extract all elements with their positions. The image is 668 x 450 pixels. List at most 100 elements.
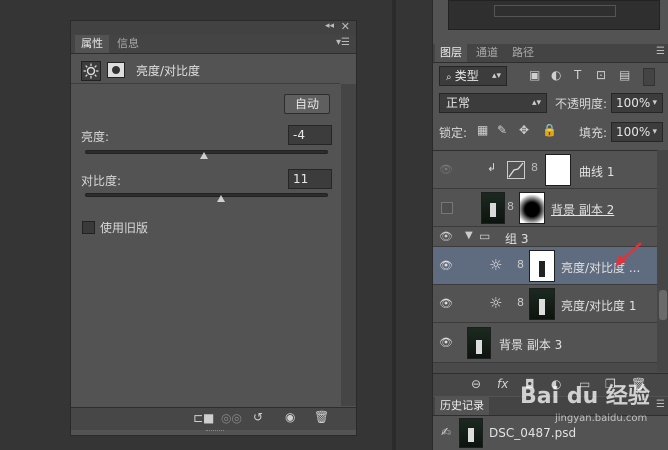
eye-icon[interactable]: 👁	[439, 163, 453, 176]
layer-mask-thumbnail[interactable]	[529, 250, 555, 282]
clip-to-layer-icon[interactable]: ⊏■	[193, 411, 214, 425]
legacy-label: 使用旧版	[100, 221, 149, 235]
filter-adjustment-icon[interactable]: ◐	[551, 68, 561, 82]
layer-name: 背景 副本 3	[499, 338, 563, 352]
layer-thumbnail[interactable]	[467, 327, 491, 359]
sun-icon: ☼	[489, 256, 503, 274]
properties-scrollbar[interactable]	[341, 84, 356, 406]
folder-icon: ▭	[479, 229, 491, 243]
view-previous-icon[interactable]: ◎◎	[221, 411, 242, 425]
layers-list: 👁 ↲ 8 曲线 1 8 背景 副本 2 👁 ▼ ▭ 组 3 👁 ☼ 8 亮度/…	[433, 150, 668, 373]
layers-menu-icon[interactable]: ☰	[656, 46, 665, 57]
filter-toggle[interactable]	[643, 68, 655, 86]
sun-icon	[81, 61, 101, 81]
layer-name: 曲线 1	[579, 165, 615, 179]
brightness-label: 亮度:	[81, 130, 110, 144]
sun-icon: ☼	[489, 294, 503, 312]
curves-icon	[507, 161, 525, 179]
swatch-strip	[448, 0, 660, 30]
layer-row[interactable]: 8 背景 副本 2	[433, 189, 657, 227]
watermark-url: jingyan.baidu.com	[555, 413, 648, 424]
properties-panel: ◂◂ ✕ 属性 信息 ▾☰ 亮度/对比度 自动 亮度: -4 对比度: 11 使…	[70, 20, 357, 436]
layers-scrollbar[interactable]	[657, 150, 668, 372]
filter-kind-select[interactable]: ⌕ 类型 ▴▾	[439, 66, 507, 86]
properties-title: 亮度/对比度	[136, 64, 201, 78]
eye-icon[interactable]: 👁	[439, 230, 453, 243]
panel-titlebar: ◂◂ ✕	[71, 20, 356, 35]
tab-layers[interactable]: 图层	[435, 44, 467, 62]
filter-image-icon[interactable]: ▣	[529, 68, 540, 82]
layer-thumbnail[interactable]	[481, 192, 505, 224]
layers-tabbar: 图层 通道 路径 ☰	[433, 44, 668, 63]
fx-icon[interactable]: fx	[497, 377, 508, 391]
reset-icon[interactable]: ↺	[253, 410, 263, 424]
layer-name: 组 3	[505, 232, 529, 246]
auto-button[interactable]: 自动	[284, 94, 330, 114]
layer-name: 亮度/对比度 1	[561, 299, 637, 313]
history-brush-icon: ✍	[441, 425, 452, 439]
tab-info[interactable]: 信息	[111, 35, 145, 53]
filter-kind-value: 类型	[454, 69, 479, 83]
red-arrow-annotation	[615, 242, 642, 267]
contrast-slider-track[interactable]	[85, 193, 328, 197]
blend-mode-value: 正常	[446, 96, 471, 110]
layer-row[interactable]: 👁 ↲ 8 曲线 1	[433, 151, 657, 189]
link-icon[interactable]: 8	[517, 258, 524, 271]
mask-icon[interactable]	[107, 62, 125, 78]
contrast-field[interactable]: 11	[288, 169, 332, 189]
layer-mask-thumbnail[interactable]	[529, 288, 555, 320]
visibility-icon[interactable]: ◉	[285, 410, 295, 424]
brightness-field[interactable]: -4	[288, 125, 332, 145]
filter-shape-icon[interactable]: ⊡	[596, 68, 606, 82]
history-menu-icon[interactable]: ☰	[656, 399, 665, 410]
filter-smart-icon[interactable]: ▤	[619, 68, 630, 82]
filter-type-icon[interactable]: T	[574, 68, 581, 82]
tab-history[interactable]: 历史记录	[435, 397, 489, 415]
opacity-value: 100%	[616, 96, 651, 110]
clip-arrow-icon: ↲	[487, 161, 497, 174]
collapse-icon[interactable]: ◂◂	[325, 21, 334, 31]
divider	[71, 83, 340, 84]
trash-icon[interactable]: 🗑	[314, 410, 329, 424]
close-icon[interactable]: ✕	[341, 20, 350, 33]
eye-icon[interactable]: 👁	[439, 336, 453, 349]
tab-properties[interactable]: 属性	[75, 35, 109, 53]
lock-all-icon[interactable]: 🔒	[542, 123, 557, 137]
fill-field[interactable]: 100% ▾	[611, 122, 663, 142]
eye-icon[interactable]: 👁	[439, 259, 453, 272]
brightness-slider-thumb[interactable]	[200, 152, 209, 159]
tab-paths[interactable]: 路径	[507, 44, 539, 62]
history-item-label: DSC_0487.psd	[489, 426, 577, 440]
lock-transparent-icon[interactable]: ▦	[477, 123, 488, 137]
blend-mode-select[interactable]: 正常 ▴▾	[439, 93, 547, 113]
eye-icon[interactable]: 👁	[439, 297, 453, 310]
link-icon[interactable]: 8	[517, 296, 524, 309]
dock-divider[interactable]	[392, 0, 396, 450]
link-icon[interactable]: 8	[531, 161, 538, 174]
layer-row[interactable]: 👁 ☼ 8 亮度/对比度 1	[433, 285, 657, 323]
contrast-slider-thumb[interactable]	[217, 195, 226, 202]
watermark-logo: Bai du 经验	[520, 384, 650, 409]
layer-mask-thumbnail[interactable]	[545, 154, 571, 186]
contrast-label: 对比度:	[81, 174, 122, 188]
resize-grip[interactable]	[206, 430, 224, 433]
history-thumbnail	[459, 418, 483, 448]
fill-value: 100%	[616, 125, 651, 139]
properties-bottom-bar: ⊏■ ◎◎ ↺ ◉ 🗑	[71, 407, 356, 430]
opacity-field[interactable]: 100% ▾	[611, 93, 663, 113]
layer-row-selected[interactable]: 👁 ☼ 8 亮度/对比度 ...	[433, 242, 657, 285]
panel-menu-icon[interactable]: ▾☰	[336, 37, 350, 48]
lock-move-icon[interactable]: ✥	[519, 123, 529, 137]
lock-brush-icon[interactable]: ✎	[497, 123, 507, 137]
tab-channels[interactable]: 通道	[471, 44, 503, 62]
lock-label: 锁定:	[439, 126, 468, 140]
visibility-box[interactable]	[441, 202, 453, 214]
link-layers-icon[interactable]: ⊖	[471, 377, 481, 391]
layer-mask-thumbnail[interactable]	[519, 192, 545, 224]
link-icon[interactable]: 8	[507, 200, 514, 213]
fill-label: 填充:	[579, 126, 608, 140]
layer-row[interactable]: 👁 背景 副本 3	[433, 323, 657, 363]
properties-tabbar: 属性 信息 ▾☰	[71, 35, 356, 54]
legacy-checkbox[interactable]	[82, 221, 95, 234]
expand-arrow-icon[interactable]: ▼	[465, 230, 473, 241]
